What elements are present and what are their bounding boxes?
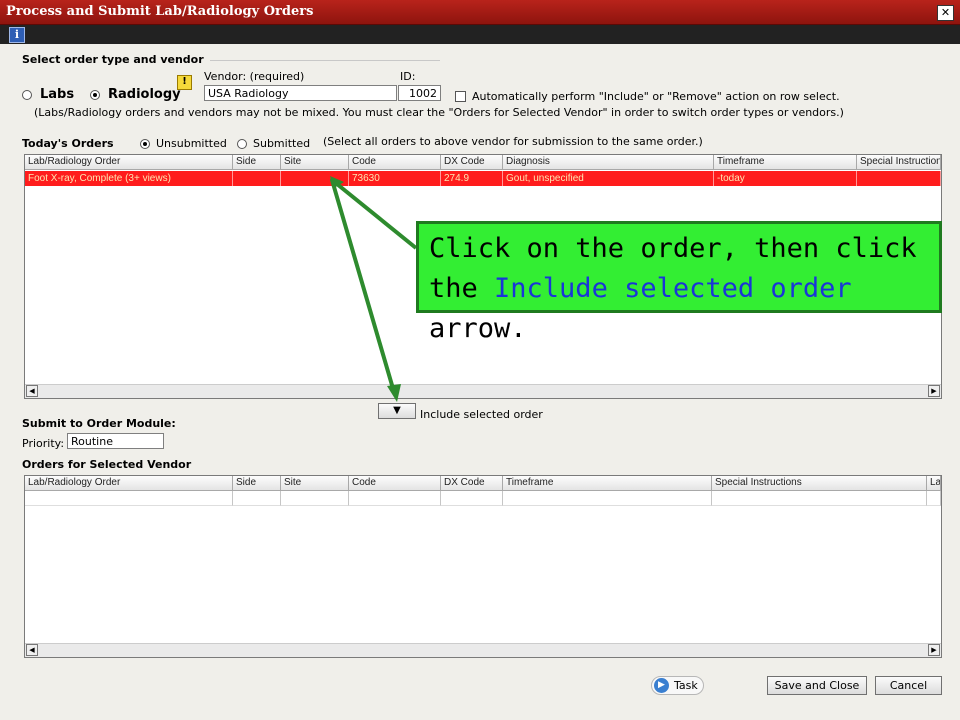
callout-highlight: Include selected order xyxy=(494,273,852,304)
tutorial-callout: Click on the order, then click the Inclu… xyxy=(416,221,942,344)
tutorial-arrow xyxy=(330,176,418,402)
callout-text-after: arrow. xyxy=(429,313,527,344)
